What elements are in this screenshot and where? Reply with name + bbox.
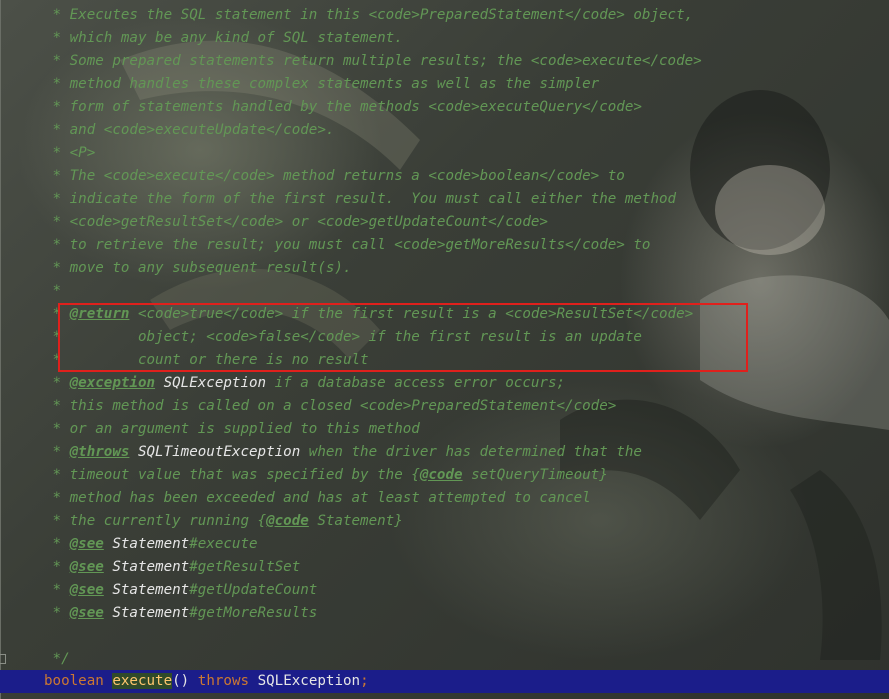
comment-text: when the driver has determined that the [300,444,642,460]
comment-text: #getUpdateCount [189,582,318,598]
comment-text: * [44,444,70,460]
comment-text: #execute [189,536,258,552]
return-annotation-highlight [58,303,748,372]
code-line: * indicate the form of the first result.… [44,188,702,211]
code-line: * @see Statement#getMoreResults [44,602,702,625]
code-line: * timeout value that was specified by th… [44,464,702,487]
code-line: * <P> [44,142,702,165]
comment-text: if a database access error occurs; [266,375,566,391]
javadoc-tag[interactable]: @code [266,513,309,529]
comment-text: * move to any subsequent result(s). [44,260,352,276]
code-editor[interactable]: * Executes the SQL statement in this <co… [0,0,889,699]
code-line: * @see Statement#getUpdateCount [44,579,702,602]
comment-text [155,375,164,391]
code-line: * the currently running {@code Statement… [44,510,702,533]
type-reference[interactable]: Statement [112,559,189,575]
javadoc-tag[interactable]: @see [70,559,104,575]
throws-keyword: throws [197,673,250,689]
type-reference[interactable]: SQLException [164,375,267,391]
code-line: * @see Statement#execute [44,533,702,556]
code-line: * The <code>execute</code> method return… [44,165,702,188]
comment-text: */ [44,651,70,667]
comment-text: * form of statements handled by the meth… [44,99,642,115]
comment-text: * [44,582,70,598]
comment-text: Statement} [308,513,403,529]
code-line: * to retrieve the result; you must call … [44,234,702,257]
comment-text: * [44,605,70,621]
comment-text: #getResultSet [189,559,301,575]
return-type: boolean [44,673,104,689]
comment-text: * <code>getResultSet</code> or <code>get… [44,214,548,230]
comment-text: * Executes the SQL statement in this <co… [44,7,694,23]
comment-text: setQueryTimeout} [462,467,608,483]
javadoc-tag[interactable]: @see [70,536,104,552]
gutter-divider [0,0,1,699]
comment-text: * timeout value that was specified by th… [44,467,420,483]
code-line: * method has been exceeded and has at le… [44,487,702,510]
javadoc-tag[interactable]: @exception [70,375,155,391]
fold-marker-icon[interactable] [0,654,6,664]
comment-text: * to retrieve the result; you must call … [44,237,651,253]
comment-text: * which may be any kind of SQL statement… [44,30,403,46]
code-line: * Executes the SQL statement in this <co… [44,4,702,27]
code-line: * or an argument is supplied to this met… [44,418,702,441]
comment-text: #getMoreResults [189,605,318,621]
method-name[interactable]: execute [112,673,173,689]
javadoc-tag[interactable]: @code [420,467,463,483]
javadoc-tag[interactable]: @throws [70,444,130,460]
comment-text: * the currently running { [44,513,267,529]
code-line: * this method is called on a closed <cod… [44,395,702,418]
javadoc-tag[interactable]: @see [70,605,104,621]
method-declaration[interactable]: boolean execute() throws SQLException; [44,670,369,693]
comment-text: * <P> [44,145,96,161]
comment-text: * method handles these complex statement… [44,76,600,92]
code-line: * Some prepared statements return multip… [44,50,702,73]
comment-text: * or an argument is supplied to this met… [44,421,420,437]
code-line: * method handles these complex statement… [44,73,702,96]
comment-text [129,444,138,460]
exception-type[interactable]: SQLException [258,673,361,689]
code-line: * which may be any kind of SQL statement… [44,27,702,50]
statement-terminator: ; [360,673,369,689]
comment-text: * [44,559,70,575]
comment-text: * The <code>execute</code> method return… [44,168,625,184]
code-line: * <code>getResultSet</code> or <code>get… [44,211,702,234]
code-line: * @exception SQLException if a database … [44,372,702,395]
code-line: * and <code>executeUpdate</code>. [44,119,702,142]
code-line: */ [44,648,702,671]
comment-text: * [44,283,62,299]
type-reference[interactable]: SQLTimeoutException [138,444,300,460]
type-reference[interactable]: Statement [112,605,189,621]
javadoc-tag[interactable]: @see [70,582,104,598]
comment-text: * method has been exceeded and has at le… [44,490,591,506]
type-reference[interactable]: Statement [112,536,189,552]
code-line: * move to any subsequent result(s). [44,257,702,280]
code-line: * @throws SQLTimeoutException when the d… [44,441,702,464]
code-line: * [44,280,702,303]
type-reference[interactable]: Statement [112,582,189,598]
comment-text: * [44,375,70,391]
code-line: * form of statements handled by the meth… [44,96,702,119]
comment-text: * this method is called on a closed <cod… [44,398,617,414]
comment-text: * [44,536,70,552]
comment-text: * indicate the form of the first result.… [44,191,677,207]
code-line: * @see Statement#getResultSet [44,556,702,579]
parameter-list: () [172,673,190,689]
comment-text: * Some prepared statements return multip… [44,53,702,69]
comment-text: * and <code>executeUpdate</code>. [44,122,335,138]
